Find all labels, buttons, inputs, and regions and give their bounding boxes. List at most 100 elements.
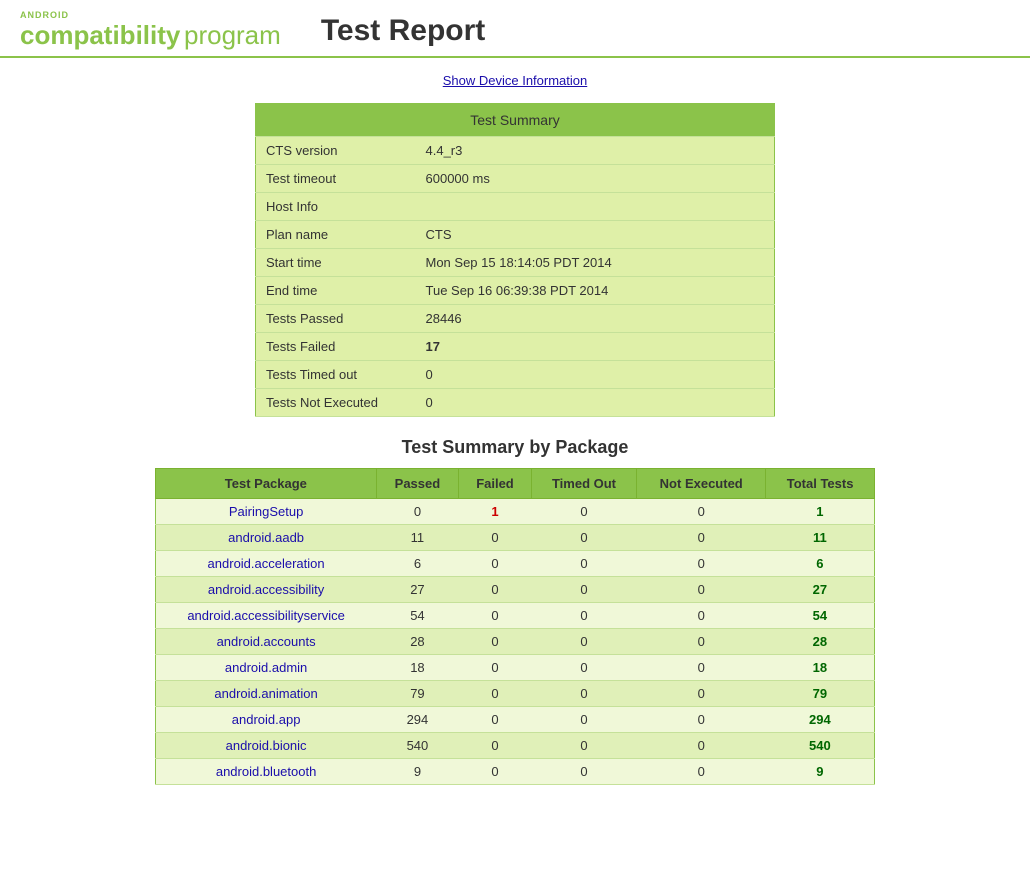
pkg-name[interactable]: android.bluetooth bbox=[156, 759, 377, 785]
pkg-notexecuted: 0 bbox=[637, 707, 766, 733]
pkg-table: Test Package Passed Failed Timed Out Not… bbox=[155, 468, 875, 785]
pkg-summary-heading: Test Summary by Package bbox=[20, 437, 1010, 458]
summary-value: Mon Sep 15 18:14:05 PDT 2014 bbox=[416, 249, 775, 277]
pkg-failed: 0 bbox=[459, 733, 532, 759]
pkg-timedout: 0 bbox=[531, 603, 636, 629]
table-row: android.admin1800018 bbox=[156, 655, 875, 681]
pkg-link[interactable]: android.app bbox=[232, 712, 301, 727]
pkg-link[interactable]: android.bionic bbox=[226, 738, 307, 753]
pkg-total: 11 bbox=[766, 525, 875, 551]
pkg-total: 1 bbox=[766, 499, 875, 525]
pkg-name[interactable]: android.admin bbox=[156, 655, 377, 681]
summary-label: End time bbox=[256, 277, 416, 305]
pkg-link[interactable]: PairingSetup bbox=[229, 504, 303, 519]
col-header-timedout: Timed Out bbox=[531, 469, 636, 499]
pkg-passed: 6 bbox=[376, 551, 458, 577]
pkg-link[interactable]: android.accessibilityservice bbox=[187, 608, 345, 623]
pkg-name[interactable]: android.accessibility bbox=[156, 577, 377, 603]
pkg-passed: 540 bbox=[376, 733, 458, 759]
page-title: Test Report bbox=[321, 14, 485, 48]
pkg-timedout: 0 bbox=[531, 525, 636, 551]
table-row: android.accessibility2700027 bbox=[156, 577, 875, 603]
pkg-notexecuted: 0 bbox=[637, 577, 766, 603]
pkg-failed: 0 bbox=[459, 707, 532, 733]
pkg-failed: 0 bbox=[459, 603, 532, 629]
pkg-notexecuted: 0 bbox=[637, 759, 766, 785]
pkg-link[interactable]: android.aadb bbox=[228, 530, 304, 545]
page-header: android compatibility program Test Repor… bbox=[0, 0, 1030, 58]
summary-label: Plan name bbox=[256, 221, 416, 249]
pkg-name[interactable]: android.accessibilityservice bbox=[156, 603, 377, 629]
pkg-total: 54 bbox=[766, 603, 875, 629]
pkg-notexecuted: 0 bbox=[637, 629, 766, 655]
pkg-name[interactable]: android.accounts bbox=[156, 629, 377, 655]
summary-value: Tue Sep 16 06:39:38 PDT 2014 bbox=[416, 277, 775, 305]
pkg-passed: 0 bbox=[376, 499, 458, 525]
pkg-name[interactable]: PairingSetup bbox=[156, 499, 377, 525]
show-device-link[interactable]: Show Device Information bbox=[443, 73, 588, 88]
logo-program-text: program bbox=[184, 20, 281, 50]
table-row: android.accessibilityservice5400054 bbox=[156, 603, 875, 629]
pkg-name[interactable]: android.aadb bbox=[156, 525, 377, 551]
pkg-notexecuted: 0 bbox=[637, 655, 766, 681]
table-row: android.bionic540000540 bbox=[156, 733, 875, 759]
pkg-link[interactable]: android.bluetooth bbox=[216, 764, 316, 779]
summary-value: 4.4_r3 bbox=[416, 137, 775, 165]
table-row: android.acceleration60006 bbox=[156, 551, 875, 577]
summary-label: Test timeout bbox=[256, 165, 416, 193]
pkg-notexecuted: 0 bbox=[637, 603, 766, 629]
col-header-package: Test Package bbox=[156, 469, 377, 499]
pkg-timedout: 0 bbox=[531, 499, 636, 525]
pkg-timedout: 0 bbox=[531, 577, 636, 603]
col-header-failed: Failed bbox=[459, 469, 532, 499]
pkg-passed: 79 bbox=[376, 681, 458, 707]
table-row: android.aadb1100011 bbox=[156, 525, 875, 551]
summary-label: Tests Passed bbox=[256, 305, 416, 333]
pkg-passed: 27 bbox=[376, 577, 458, 603]
pkg-link[interactable]: android.animation bbox=[214, 686, 317, 701]
table-row: android.bluetooth90009 bbox=[156, 759, 875, 785]
pkg-notexecuted: 0 bbox=[637, 733, 766, 759]
device-info-section: Show Device Information bbox=[20, 73, 1010, 88]
pkg-table-body: PairingSetup01001android.aadb1100011andr… bbox=[156, 499, 875, 785]
pkg-failed: 1 bbox=[459, 499, 532, 525]
pkg-failed: 0 bbox=[459, 681, 532, 707]
pkg-total: 540 bbox=[766, 733, 875, 759]
summary-row: Start timeMon Sep 15 18:14:05 PDT 2014 bbox=[256, 249, 775, 277]
summary-value: 0 bbox=[416, 361, 775, 389]
pkg-passed: 18 bbox=[376, 655, 458, 681]
pkg-total: 27 bbox=[766, 577, 875, 603]
logo-android-text: android bbox=[20, 10, 281, 20]
summary-row: CTS version4.4_r3 bbox=[256, 137, 775, 165]
table-row: android.animation7900079 bbox=[156, 681, 875, 707]
pkg-link[interactable]: android.admin bbox=[225, 660, 307, 675]
summary-value: CTS bbox=[416, 221, 775, 249]
pkg-failed: 0 bbox=[459, 629, 532, 655]
pkg-link[interactable]: android.accounts bbox=[217, 634, 316, 649]
pkg-failed: 0 bbox=[459, 759, 532, 785]
pkg-total: 294 bbox=[766, 707, 875, 733]
summary-label: Start time bbox=[256, 249, 416, 277]
table-row: android.accounts2800028 bbox=[156, 629, 875, 655]
pkg-name[interactable]: android.bionic bbox=[156, 733, 377, 759]
summary-row: End timeTue Sep 16 06:39:38 PDT 2014 bbox=[256, 277, 775, 305]
summary-value: 28446 bbox=[416, 305, 775, 333]
col-header-notexec: Not Executed bbox=[637, 469, 766, 499]
pkg-link[interactable]: android.accessibility bbox=[208, 582, 324, 597]
logo-compat-program: compatibility program bbox=[20, 20, 281, 51]
pkg-name[interactable]: android.acceleration bbox=[156, 551, 377, 577]
summary-row: Host Info bbox=[256, 193, 775, 221]
pkg-passed: 294 bbox=[376, 707, 458, 733]
pkg-name[interactable]: android.animation bbox=[156, 681, 377, 707]
col-header-total: Total Tests bbox=[766, 469, 875, 499]
pkg-timedout: 0 bbox=[531, 707, 636, 733]
pkg-failed: 0 bbox=[459, 551, 532, 577]
pkg-timedout: 0 bbox=[531, 759, 636, 785]
pkg-notexecuted: 0 bbox=[637, 681, 766, 707]
pkg-link[interactable]: android.acceleration bbox=[208, 556, 325, 571]
logo-compat-text: compatibility bbox=[20, 20, 180, 50]
pkg-timedout: 0 bbox=[531, 655, 636, 681]
table-row: PairingSetup01001 bbox=[156, 499, 875, 525]
pkg-name[interactable]: android.app bbox=[156, 707, 377, 733]
pkg-table-header-row: Test Package Passed Failed Timed Out Not… bbox=[156, 469, 875, 499]
